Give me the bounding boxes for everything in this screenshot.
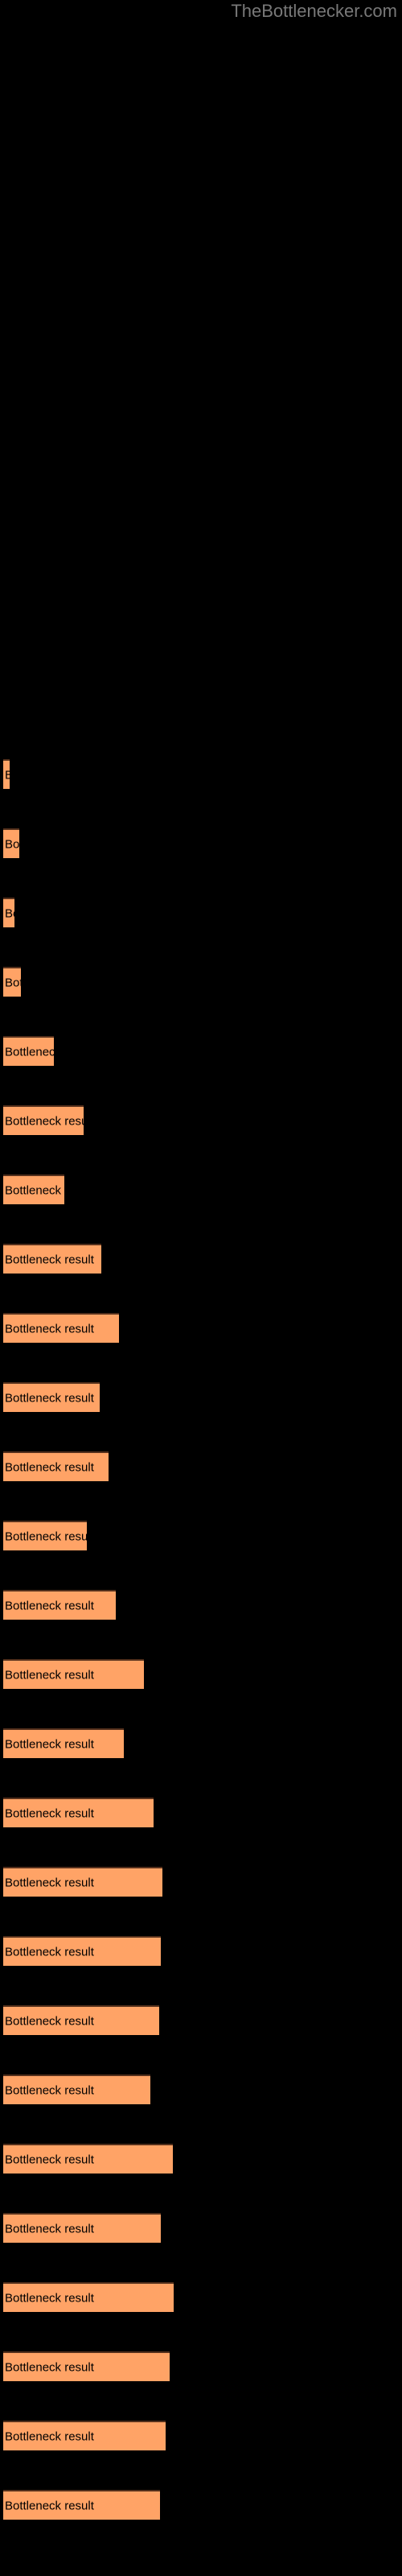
bar-row: Bottleneck result [0, 1313, 402, 1344]
bar-row: Bottleneck result [0, 1728, 402, 1759]
bar-label: Bottleneck result [5, 1806, 94, 1820]
bar[interactable]: Bottleneck result [3, 1244, 101, 1274]
bar-label: Bottleneck result [5, 2083, 94, 2097]
bar-label: Bottleneck result [5, 1114, 84, 1128]
bar-label: Bottleneck result [5, 2499, 94, 2512]
bar[interactable]: Bottleneck result [3, 2144, 173, 2174]
bar[interactable]: Bottleneck result [3, 1451, 109, 1481]
bottleneck-bar-chart: Bottleneck result Bottleneck result Bottle… [0, 0, 402, 2576]
bar[interactable]: Bottleneck result [3, 967, 21, 997]
bar-label: Bottleneck result [5, 2153, 94, 2166]
bar-row: Bottleneck result [0, 1659, 402, 1690]
bar-row: Bottleneck result [0, 1451, 402, 1482]
bar[interactable]: Bottleneck result [3, 759, 10, 789]
bar-row: Bottleneck result [0, 759, 402, 790]
bar-row: Bottleneck result [0, 967, 402, 997]
bar-row: Bottleneck result [0, 2144, 402, 2174]
bar-label: Bottleneck result [5, 1183, 64, 1197]
bar-label: Bottleneck result [5, 837, 19, 851]
bar-label: Bottleneck result [5, 1599, 94, 1612]
bar[interactable]: Bottleneck result [3, 2421, 166, 2450]
bar-row: Bottleneck result [0, 2282, 402, 2313]
bar[interactable]: Bottleneck result [3, 1313, 119, 1343]
bar-label: Bottleneck result [5, 1530, 87, 1543]
bar-row: Bottleneck result [0, 2074, 402, 2105]
bar-row: Bottleneck result [0, 2421, 402, 2451]
bar[interactable]: Bottleneck result [3, 2213, 161, 2243]
bar[interactable]: Bottleneck result [3, 1659, 144, 1689]
bar-label: Bottleneck result [5, 1322, 94, 1335]
bar-label: Bottleneck result [5, 976, 21, 989]
bar-label: Bottleneck result [5, 1668, 94, 1682]
bar-row: Bottleneck result [0, 2490, 402, 2520]
bar-label: Bottleneck result [5, 2222, 94, 2235]
bar[interactable]: Bottleneck result [3, 2005, 159, 2035]
bar-row: Bottleneck result [0, 2351, 402, 2382]
bar[interactable]: Bottleneck result [3, 2282, 174, 2312]
bar-row: Bottleneck result [0, 1867, 402, 1897]
bar-row: Bottleneck result [0, 1244, 402, 1274]
bar[interactable]: Bottleneck result [3, 1728, 124, 1758]
bar[interactable]: Bottleneck result [3, 1798, 154, 1827]
bar-row: Bottleneck result [0, 2213, 402, 2244]
bar-label: Bottleneck result [5, 2014, 94, 2028]
bar[interactable]: Bottleneck result [3, 1521, 87, 1550]
bar-label: Bottleneck result [5, 1253, 94, 1266]
bar[interactable]: Bottleneck result [3, 1174, 64, 1204]
bar-label: Bottleneck result [5, 1460, 94, 1474]
bar-row: Bottleneck result [0, 1105, 402, 1136]
bar[interactable]: Bottleneck result [3, 1936, 161, 1966]
bar[interactable]: Bottleneck result [3, 1036, 54, 1066]
bar-label: Bottleneck result [5, 1737, 94, 1751]
bar-row: Bottleneck result [0, 1590, 402, 1620]
bar-label: Bottleneck result [5, 2291, 94, 2305]
bar-label: Bottleneck result [5, 906, 14, 920]
bar-label: Bottleneck result [5, 1391, 94, 1405]
bar[interactable]: Bottleneck result [3, 2351, 170, 2381]
bar[interactable]: Bottleneck result [3, 1590, 116, 1620]
bar-row: Bottleneck result [0, 1798, 402, 1828]
bar-label: Bottleneck result [5, 1876, 94, 1889]
bar-label: Bottleneck result [5, 1945, 94, 1959]
bar-label: Bottleneck result [5, 1045, 54, 1059]
bar-row: Bottleneck result [0, 1936, 402, 1967]
bar-row: Bottleneck result [0, 1036, 402, 1067]
bar-row: Bottleneck result [0, 1174, 402, 1205]
bar-label: Bottleneck result [5, 2360, 94, 2374]
bar[interactable]: Bottleneck result [3, 828, 19, 858]
bar[interactable]: Bottleneck result [3, 898, 14, 927]
bar-label: Bottleneck result [5, 2429, 94, 2443]
bar-row: Bottleneck result [0, 1521, 402, 1551]
bar[interactable]: Bottleneck result [3, 2490, 160, 2520]
bar-label: Bottleneck result [5, 768, 10, 782]
bar[interactable]: Bottleneck result [3, 1382, 100, 1412]
bar-row: Bottleneck result [0, 2005, 402, 2036]
bar[interactable]: Bottleneck result [3, 2074, 150, 2104]
bar[interactable]: Bottleneck result [3, 1105, 84, 1135]
bar-row: Bottleneck result [0, 1382, 402, 1413]
bar-row: Bottleneck result [0, 898, 402, 928]
bar-row: Bottleneck result [0, 828, 402, 859]
bar[interactable]: Bottleneck result [3, 1867, 162, 1897]
page-root: TheBottlenecker.com Bottleneck resultBot… [0, 0, 402, 2576]
